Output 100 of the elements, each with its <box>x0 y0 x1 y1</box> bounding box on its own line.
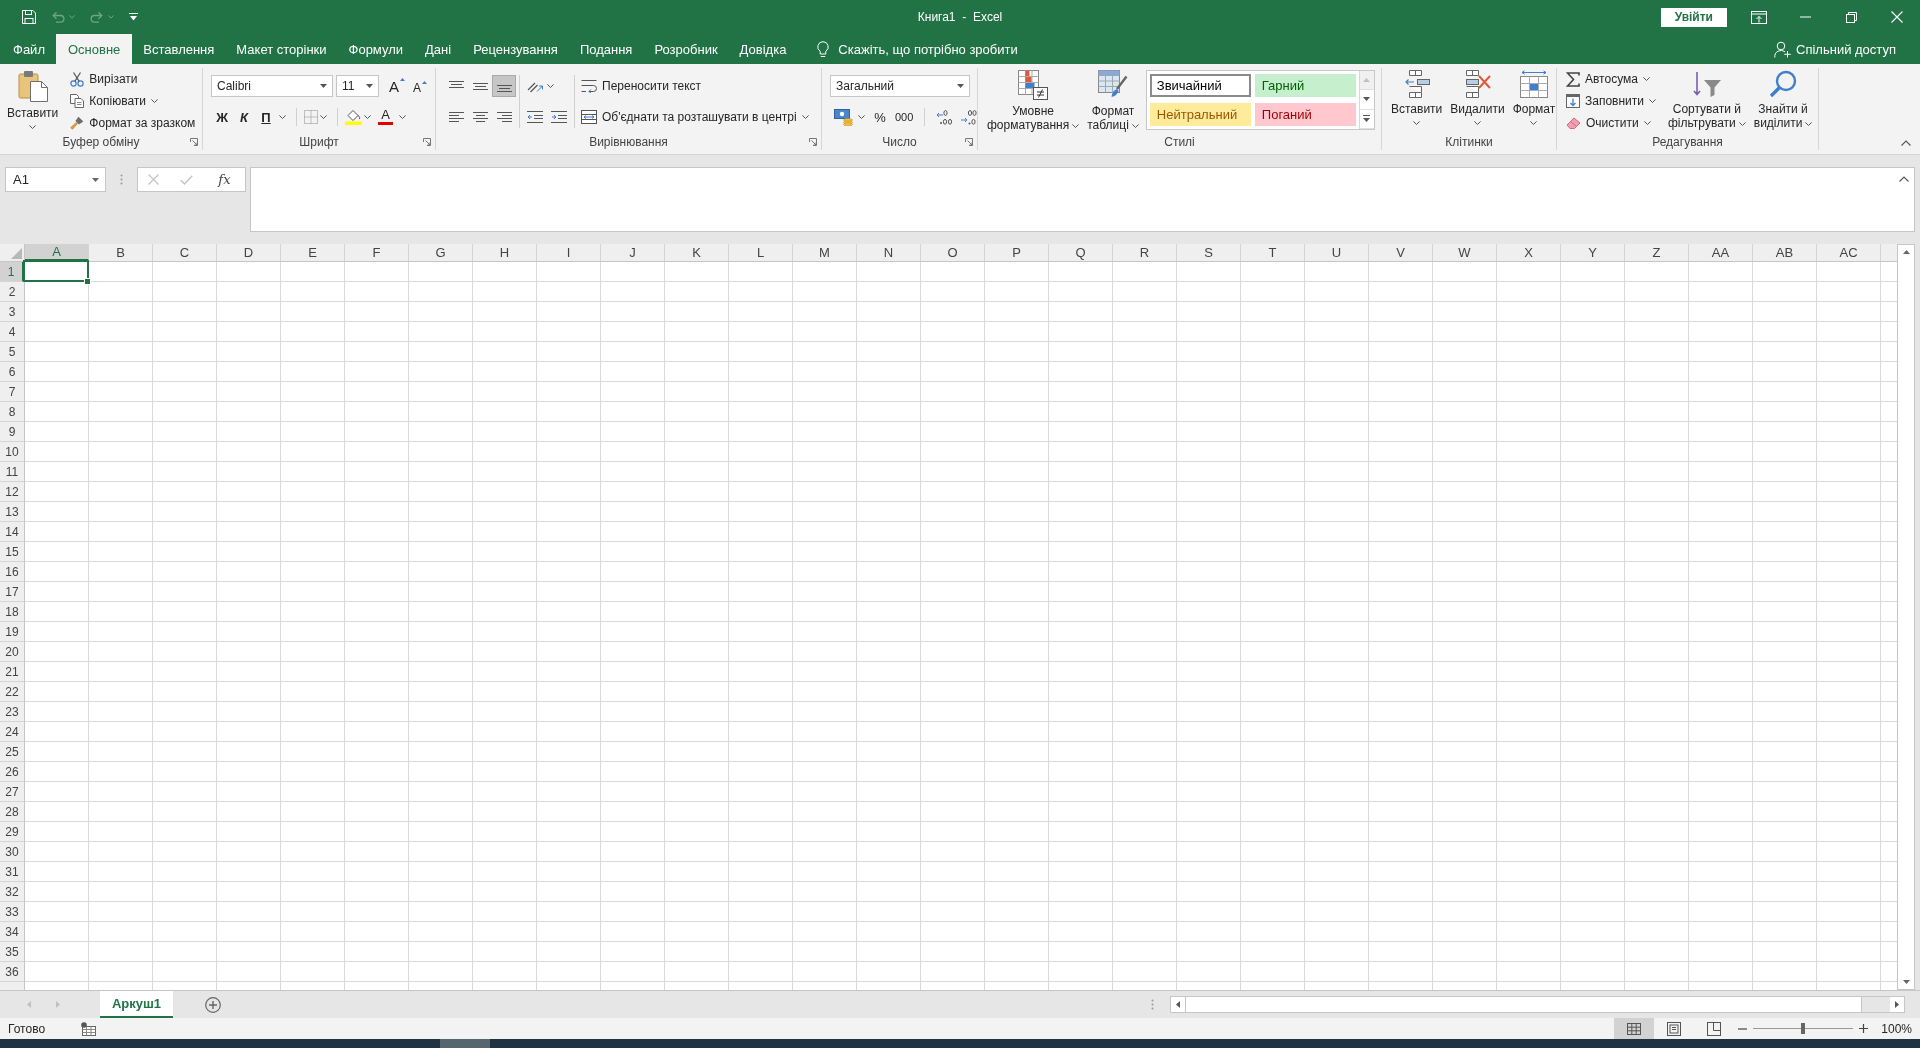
currency-icon[interactable] <box>834 108 854 126</box>
tell-me-field[interactable]: Скажіть, що потрібно зробити <box>813 34 1022 64</box>
cell-style[interactable]: Гарний <box>1254 74 1356 97</box>
column-header[interactable]: AB <box>1753 244 1817 261</box>
arrow-down-icon[interactable] <box>1902 980 1910 984</box>
row-header[interactable]: 20 <box>0 642 24 662</box>
column-header[interactable]: R <box>1113 244 1177 261</box>
find-select-button[interactable]: Знайти й виділити <box>1750 68 1816 134</box>
ribbon-tab[interactable]: Рецензування <box>462 34 569 64</box>
thousands-button[interactable]: 000 <box>891 106 918 128</box>
arrow-up-icon[interactable] <box>1902 250 1910 254</box>
column-header[interactable]: B <box>89 244 153 261</box>
format-painter-button[interactable]: Формат за зразком <box>67 112 199 134</box>
underline-button[interactable]: П <box>255 106 277 128</box>
scroll-thumb[interactable] <box>1185 997 1862 1012</box>
menu-caret-icon[interactable] <box>129 13 138 21</box>
decimal-decrease-icon[interactable] <box>935 109 953 125</box>
dialog-launcher-icon[interactable] <box>423 138 431 146</box>
column-header[interactable]: P <box>985 244 1049 261</box>
column-header[interactable]: T <box>1241 244 1305 261</box>
ribbon-tab[interactable]: Формули <box>337 34 415 64</box>
row-header[interactable]: 23 <box>0 702 24 722</box>
clear-button[interactable]: Очистити <box>1563 112 1659 134</box>
bold-button[interactable]: Ж <box>211 106 233 128</box>
sign-in-button[interactable]: Увійти <box>1660 7 1727 27</box>
ribbon-tab[interactable]: Основне <box>55 34 133 64</box>
horizontal-scrollbar[interactable] <box>1170 996 1905 1013</box>
sheet-dot-icon[interactable] <box>81 1021 97 1036</box>
column-header[interactable]: AC <box>1817 244 1881 261</box>
cell-style[interactable]: Нейтральний <box>1149 102 1251 126</box>
column-header[interactable]: M <box>793 244 857 261</box>
fill-button[interactable]: Заповнити <box>1563 90 1659 112</box>
row-header[interactable]: 33 <box>0 902 24 922</box>
merge-center-button[interactable]: Об'єднати та розташувати в центрі <box>578 106 812 128</box>
column-header[interactable]: K <box>665 244 729 261</box>
row-header[interactable]: 11 <box>0 462 24 482</box>
font-size-field[interactable]: 11 <box>336 75 379 97</box>
row-header[interactable]: 35 <box>0 942 24 962</box>
indent-decrease-icon[interactable] <box>527 111 543 123</box>
sort-filter-button[interactable]: Сортувати й фільтрувати <box>1665 68 1749 134</box>
cell-style[interactable]: Звичайний <box>1149 74 1251 97</box>
sheet-tab[interactable]: Аркуш1 <box>100 991 173 1018</box>
expand-gallery-icon[interactable] <box>1363 115 1371 123</box>
row-header[interactable]: 31 <box>0 862 24 882</box>
row-header[interactable]: 25 <box>0 742 24 762</box>
column-header[interactable]: N <box>857 244 921 261</box>
row-header[interactable]: 27 <box>0 782 24 802</box>
row-header[interactable]: 29 <box>0 822 24 842</box>
chevron-up-icon[interactable] <box>1899 176 1909 182</box>
row-header[interactable]: 28 <box>0 802 24 822</box>
dialog-launcher-icon[interactable] <box>809 138 817 146</box>
number-format-field[interactable]: Загальний <box>830 75 970 97</box>
row-header[interactable]: 12 <box>0 482 24 502</box>
column-header[interactable]: I <box>537 244 601 261</box>
row-header[interactable]: 21 <box>0 662 24 682</box>
column-header[interactable]: Y <box>1561 244 1625 261</box>
row-header[interactable]: 13 <box>0 502 24 522</box>
slider-thumb[interactable] <box>1801 1023 1806 1034</box>
align-middle-icon[interactable] <box>472 80 488 92</box>
column-header[interactable]: E <box>281 244 345 261</box>
ribbon-tab[interactable]: Подання <box>568 34 644 64</box>
column-header[interactable]: O <box>921 244 985 261</box>
column-header[interactable]: S <box>1177 244 1241 261</box>
share-button[interactable]: Спільний доступ <box>1774 34 1896 64</box>
row-header[interactable]: 16 <box>0 562 24 582</box>
column-header[interactable]: Q <box>1049 244 1113 261</box>
column-header[interactable]: G <box>409 244 473 261</box>
indent-increase-icon[interactable] <box>551 111 567 123</box>
cell-grid[interactable] <box>25 262 1897 990</box>
row-header[interactable]: 8 <box>0 402 24 422</box>
scroll-down-icon[interactable] <box>1363 97 1371 102</box>
row-header[interactable]: 5 <box>0 342 24 362</box>
ribbon-tab[interactable]: Довідка <box>728 34 798 64</box>
arrow-right-icon[interactable] <box>1895 1001 1899 1008</box>
row-header[interactable]: 6 <box>0 362 24 382</box>
minus-icon[interactable] <box>1738 1027 1748 1030</box>
row-header[interactable]: 9 <box>0 422 24 442</box>
font-color-button[interactable]: A <box>374 106 397 128</box>
autosum-button[interactable]: Автосума <box>1563 68 1659 90</box>
shrink-font-button[interactable]: A <box>409 75 432 97</box>
row-header[interactable]: 26 <box>0 762 24 782</box>
font-name-field[interactable]: Calibri <box>211 75 333 97</box>
column-header[interactable]: X <box>1497 244 1561 261</box>
format-as-table-button[interactable]: Формат таблиці <box>1084 68 1142 134</box>
align-right-icon[interactable] <box>496 111 512 123</box>
column-header[interactable]: D <box>217 244 281 261</box>
decimal-increase-icon[interactable] <box>959 109 977 125</box>
percent-button[interactable]: % <box>869 106 891 128</box>
insert-function-button[interactable]: fx <box>214 172 235 187</box>
row-header[interactable]: 36 <box>0 962 24 982</box>
row-header[interactable]: 4 <box>0 322 24 342</box>
row-header[interactable]: 10 <box>0 442 24 462</box>
column-header[interactable]: H <box>473 244 537 261</box>
fill-handle-icon[interactable] <box>84 278 91 285</box>
column-header[interactable]: V <box>1369 244 1433 261</box>
ribbon-tab[interactable]: Вставлення <box>132 34 226 64</box>
conditional-formatting-button[interactable]: Умовне форматування <box>984 68 1083 134</box>
paste-button[interactable]: Вставити <box>4 68 62 134</box>
plus-icon[interactable] <box>1859 1024 1869 1033</box>
row-header[interactable]: 22 <box>0 682 24 702</box>
